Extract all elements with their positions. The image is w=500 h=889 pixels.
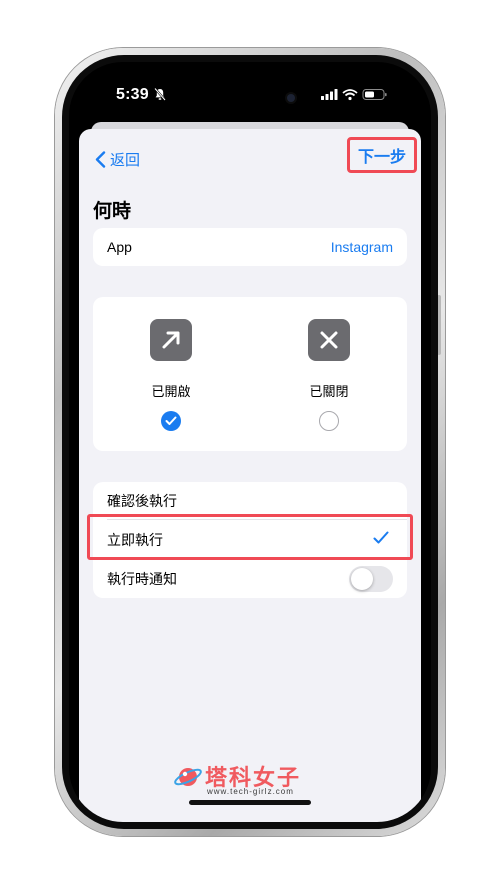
close-x-icon (308, 319, 350, 361)
checkmark-icon (165, 416, 177, 425)
dynamic-island (204, 84, 296, 110)
section-title: 何時 (93, 201, 132, 222)
planet-logo-icon (174, 768, 202, 786)
state-label-opened: 已開啟 (151, 384, 191, 399)
status-icons (321, 88, 389, 107)
back-button[interactable]: 返回 (95, 149, 140, 170)
cellular-wifi-battery-icon (321, 89, 387, 101)
option-label: 執行時通知 (107, 571, 177, 587)
phone-screen: 5:39 返回 下一步 何時 App Instagram 已開啟 已關閉 確認後… (69, 62, 431, 822)
app-row-value[interactable]: Instagram (331, 228, 393, 266)
app-row[interactable]: App Instagram (93, 228, 407, 266)
run-options-group: 確認後執行 立即執行 執行時通知 (93, 482, 407, 598)
radio-selected[interactable] (161, 411, 181, 431)
state-option-opened[interactable]: 已開啟 (112, 297, 232, 451)
radio-unselected[interactable] (319, 411, 339, 431)
state-option-closed[interactable]: 已關閉 (270, 297, 390, 451)
status-time: 5:39 (116, 86, 149, 103)
toggle-knob (351, 568, 373, 590)
divider (107, 519, 407, 520)
option-run-after-confirm[interactable]: 確認後執行 (93, 482, 407, 520)
app-state-card: 已開啟 已關閉 (93, 297, 407, 451)
app-row-label: App (107, 239, 132, 255)
home-indicator (189, 800, 311, 805)
option-run-immediately[interactable]: 立即執行 (93, 521, 407, 559)
chevron-left-icon (95, 151, 106, 168)
option-label: 確認後執行 (107, 493, 177, 509)
status-bar: 5:39 (69, 62, 431, 122)
notify-toggle[interactable] (349, 566, 393, 592)
option-notify-when-run: 執行時通知 (93, 560, 407, 598)
back-label: 返回 (110, 152, 141, 169)
watermark-url: www.tech-girlz.com (207, 787, 294, 796)
automation-sheet: 返回 下一步 何時 App Instagram 已開啟 已關閉 確認後執行 立即… (79, 129, 421, 822)
option-label: 立即執行 (107, 532, 163, 548)
checkmark-icon (373, 531, 389, 550)
state-label-closed: 已關閉 (309, 384, 349, 399)
next-step-button[interactable]: 下一步 (347, 137, 417, 173)
camera-lens (287, 94, 295, 102)
bell-slash-icon (154, 87, 166, 106)
arrow-up-right-icon (150, 319, 192, 361)
